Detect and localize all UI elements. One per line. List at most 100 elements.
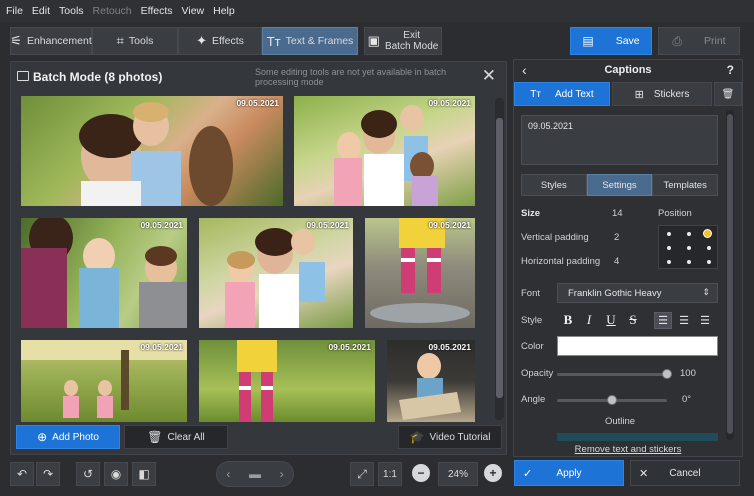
menu-help[interactable]: Help <box>213 5 235 17</box>
menu-bar: File Edit Tools Retouch Effects View Hel… <box>0 0 754 22</box>
photo-thumbnail[interactable]: 09.05.2021 <box>387 340 475 422</box>
align-right-icon[interactable]: ☰ <box>696 312 714 329</box>
strikethrough-button[interactable]: S <box>624 311 642 329</box>
position-dot-selected[interactable] <box>703 229 712 238</box>
photo-art <box>370 218 470 323</box>
position-dot[interactable] <box>667 232 671 236</box>
menu-tools[interactable]: Tools <box>59 5 84 17</box>
tab-tools[interactable]: ⌗ Tools <box>92 27 178 55</box>
batch-title: Batch Mode (8 photos) <box>33 70 163 84</box>
position-dot[interactable] <box>667 260 671 264</box>
magic-wand-icon: ✦ <box>196 33 207 48</box>
photo-thumbnail[interactable]: 09.05.2021 <box>294 96 475 206</box>
eye-icon[interactable]: ◉ <box>104 462 128 486</box>
menu-view[interactable]: View <box>182 5 205 17</box>
fit-screen-icon[interactable]: ⤢ <box>350 462 374 486</box>
position-dot[interactable] <box>687 232 691 236</box>
compare-icon[interactable]: ◧ <box>132 462 156 486</box>
tab-styles[interactable]: Styles <box>521 174 587 196</box>
delete-icon[interactable]: 🗑 <box>714 82 742 106</box>
opacity-slider-knob[interactable] <box>662 369 672 379</box>
add-photo-button[interactable]: ⊕ Add Photo <box>16 425 120 449</box>
close-icon[interactable]: ✕ <box>482 66 496 86</box>
chevron-left-icon[interactable]: ‹ <box>226 467 230 481</box>
position-dot[interactable] <box>707 260 711 264</box>
scrollbar-thumb[interactable] <box>496 118 503 398</box>
redo-icon[interactable]: ↷ <box>36 462 60 486</box>
undo-icon[interactable]: ↶ <box>10 462 34 486</box>
printer-icon: ⎙ <box>672 33 682 48</box>
tab-text-frames[interactable]: Tт Text & Frames <box>262 27 358 55</box>
menu-edit[interactable]: Edit <box>32 5 50 17</box>
save-button[interactable]: ▤ Save <box>570 27 652 55</box>
align-left-icon[interactable]: ☰ <box>654 312 672 329</box>
caption-text-input[interactable]: 09.05.2021 <box>521 115 718 165</box>
folder-icon[interactable]: ▬ <box>249 467 261 481</box>
photo-thumbnail[interactable]: 09.05.2021 <box>365 218 475 328</box>
angle-slider-knob[interactable] <box>607 395 617 405</box>
menu-file[interactable]: File <box>6 5 23 17</box>
clear-all-label: Clear All <box>167 431 205 443</box>
help-icon[interactable]: ? <box>727 63 734 77</box>
position-dot[interactable] <box>667 246 671 250</box>
photo-thumbnail[interactable]: 09.05.2021 <box>21 340 187 422</box>
tab-effects[interactable]: ✦ Effects <box>178 27 262 55</box>
clear-all-button[interactable]: 🗑 Clear All <box>124 425 228 449</box>
align-center-icon[interactable]: ☰ <box>675 312 693 329</box>
photo-thumbnail[interactable]: 09.05.2021 <box>199 340 375 422</box>
photo-date: 09.05.2021 <box>428 220 471 230</box>
font-value: Franklin Gothic Heavy <box>568 287 662 299</box>
photo-thumbnail[interactable]: 09.05.2021 <box>199 218 353 328</box>
position-dot[interactable] <box>707 246 711 250</box>
stickers-tab[interactable]: ⊞ Stickers <box>612 82 712 106</box>
tab-settings[interactable]: Settings <box>586 174 653 196</box>
exit-batch-mode-button[interactable]: ▣ Exit Batch Mode <box>364 27 442 55</box>
opacity-slider[interactable] <box>557 369 672 379</box>
captions-scrollbar[interactable] <box>726 110 734 440</box>
outline-color-bar[interactable] <box>557 433 718 441</box>
reset-icon[interactable]: ↺ <box>76 462 100 486</box>
tab-templates[interactable]: Templates <box>652 174 719 196</box>
size-value[interactable]: 14 <box>612 208 623 219</box>
photo-thumbnail[interactable]: 09.05.2021 <box>21 218 187 328</box>
angle-value[interactable]: 0° <box>682 394 691 405</box>
font-select[interactable]: Franklin Gothic Heavy ⇕ <box>557 283 718 303</box>
opacity-value[interactable]: 100 <box>680 368 696 379</box>
add-photo-label: Add Photo <box>52 431 99 443</box>
photo-thumbnail[interactable]: 09.05.2021 <box>21 96 283 206</box>
cancel-label: Cancel <box>669 467 701 479</box>
remove-text-link[interactable]: Remove text and stickers <box>513 444 743 455</box>
color-swatch[interactable] <box>557 336 718 356</box>
photo-date: 09.05.2021 <box>140 342 183 352</box>
add-text-tab[interactable]: Tт Add Text <box>514 82 610 106</box>
underline-button[interactable]: U <box>602 311 620 329</box>
menu-effects[interactable]: Effects <box>141 5 173 17</box>
opacity-label: Opacity <box>521 368 554 379</box>
italic-button[interactable]: I <box>580 311 598 329</box>
vertical-padding-value[interactable]: 2 <box>614 232 619 243</box>
apply-button[interactable]: ✓ Apply <box>514 460 624 486</box>
photo-art <box>79 102 233 206</box>
zoom-in-icon[interactable]: + <box>484 464 502 482</box>
menu-retouch[interactable]: Retouch <box>93 5 132 17</box>
position-dot[interactable] <box>687 246 691 250</box>
video-tutorial-button[interactable]: 🎓 Video Tutorial <box>398 425 502 449</box>
position-grid[interactable] <box>658 225 718 269</box>
position-dot[interactable] <box>687 260 691 264</box>
outline-heading: Outline <box>604 416 636 427</box>
batch-scrollbar[interactable] <box>495 98 504 420</box>
style-label: Style <box>521 315 543 326</box>
print-button[interactable]: ⎙ Print <box>658 27 740 55</box>
angle-slider[interactable] <box>557 395 667 405</box>
zoom-out-icon[interactable]: − <box>412 464 430 482</box>
horizontal-padding-label: Horizontal padding <box>521 256 601 267</box>
chevron-right-icon[interactable]: › <box>280 467 284 481</box>
scrollbar-thumb[interactable] <box>727 114 733 434</box>
position-label: Position <box>658 208 692 219</box>
horizontal-padding-value[interactable]: 4 <box>614 256 619 267</box>
actual-size-button[interactable]: 1:1 <box>378 462 402 486</box>
tab-enhancement[interactable]: ⚟ Enhancement <box>10 27 92 55</box>
bold-button[interactable]: B <box>559 311 577 329</box>
exit-line2: Batch Mode <box>384 41 439 52</box>
cancel-button[interactable]: ✕ Cancel <box>630 460 740 486</box>
